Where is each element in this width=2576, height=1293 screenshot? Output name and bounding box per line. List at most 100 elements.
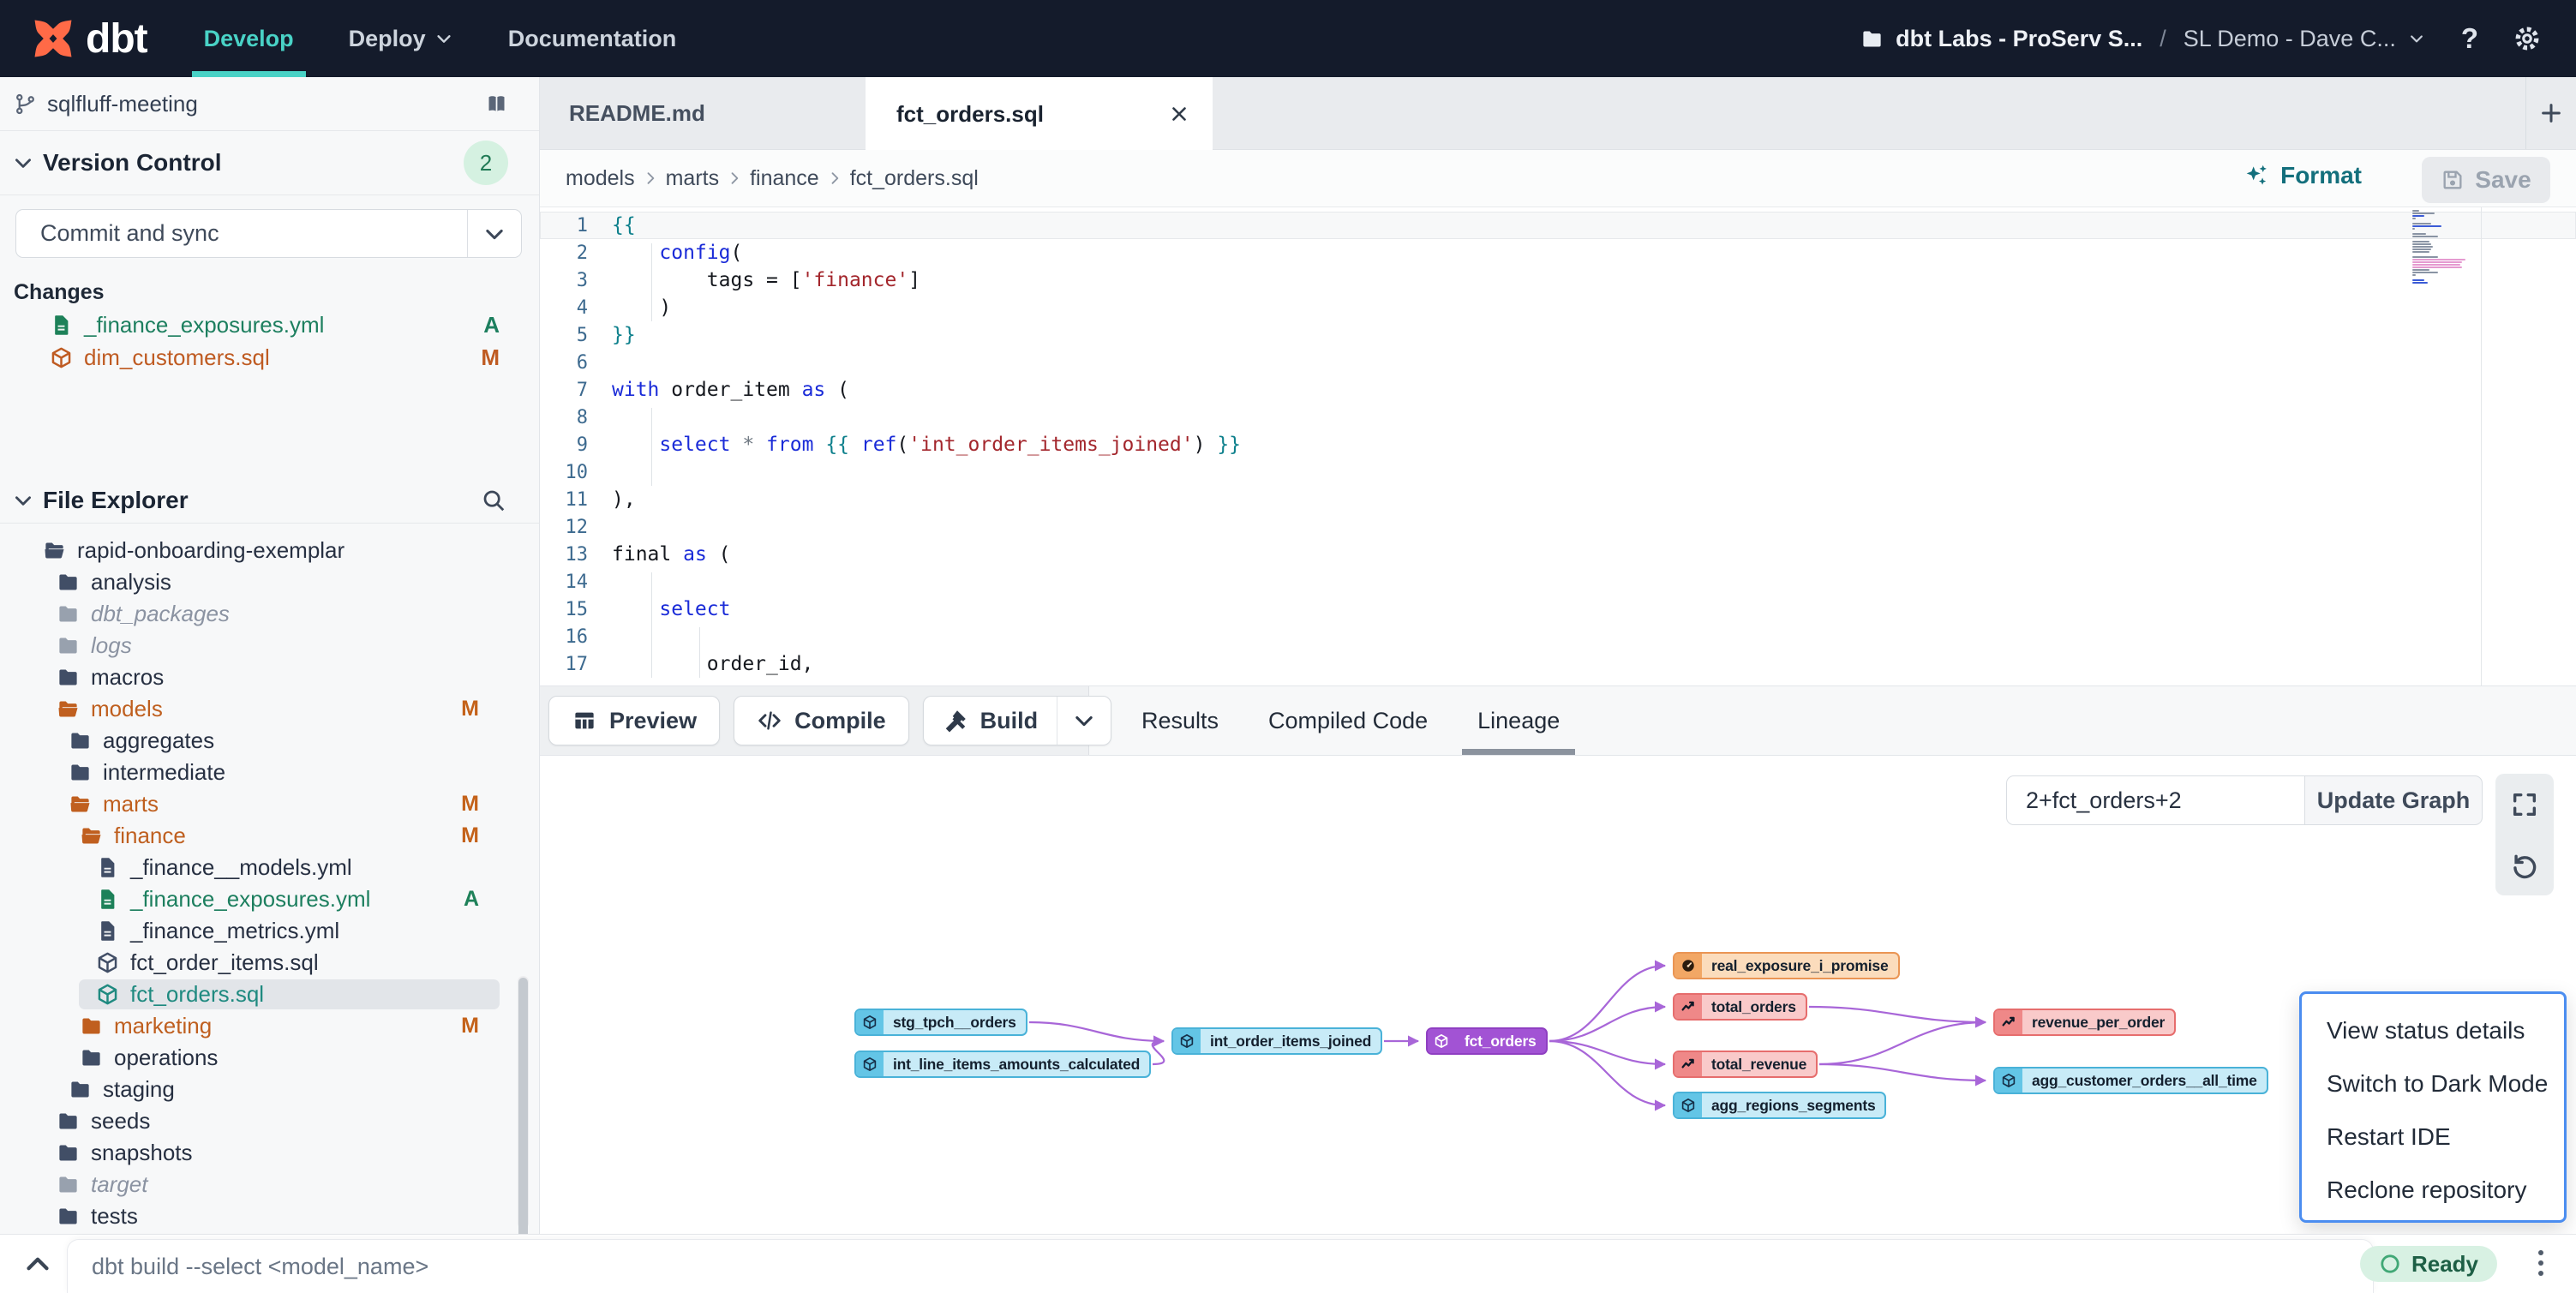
code-line[interactable]: 11), — [540, 486, 2576, 513]
tree-item-aggregates[interactable]: aggregates — [0, 725, 539, 757]
tree-item-tests[interactable]: tests — [0, 1200, 539, 1232]
code-editor[interactable]: 1{{2 config(3 tags = ['finance']4 )5}}67… — [540, 207, 2576, 685]
format-button[interactable]: Format — [2243, 162, 2362, 189]
minimap[interactable] — [2412, 210, 2481, 284]
fullscreen-icon[interactable] — [2510, 790, 2539, 819]
dbt-logo[interactable]: dbt — [29, 15, 147, 63]
tree-item-fct-orders-sql[interactable]: fct_orders.sql — [0, 979, 539, 1010]
code-line[interactable]: 1{{ — [540, 212, 2576, 239]
lineage-node-fct_orders[interactable]: fct_orders — [1426, 1027, 1548, 1055]
code-line[interactable]: 16 — [540, 623, 2576, 650]
tab-readme[interactable]: README.md — [540, 77, 866, 149]
update-graph-button[interactable]: Update Graph — [2304, 775, 2483, 825]
code-line[interactable]: 10 — [540, 458, 2576, 486]
commit-options-button[interactable] — [467, 210, 521, 257]
kebab-menu[interactable] — [2535, 1250, 2547, 1276]
lineage-node-total_revenue[interactable]: total_revenue — [1673, 1051, 1818, 1078]
tree-item-logs[interactable]: logs — [0, 630, 539, 661]
menu-item-restart-ide[interactable]: Restart IDE — [2302, 1110, 2564, 1164]
code-line[interactable]: 17 order_id, — [540, 650, 2576, 678]
tree-item-analysis[interactable]: analysis — [0, 566, 539, 598]
reset-view-icon[interactable] — [2510, 851, 2539, 880]
breadcrumb-file[interactable]: fct_orders.sql — [850, 166, 979, 191]
lineage-selector-input[interactable] — [2006, 775, 2304, 825]
code-line[interactable]: 14 — [540, 568, 2576, 596]
chevron-down-icon — [434, 29, 453, 48]
tree-item-dbt-packages[interactable]: dbt_packages — [0, 598, 539, 630]
code-line[interactable]: 12 — [540, 513, 2576, 541]
docs-book-icon[interactable] — [485, 93, 508, 116]
lineage-node-real_exposure_i_promise[interactable]: real_exposure_i_promise — [1673, 952, 1900, 979]
code-line[interactable]: 3 tags = ['finance'] — [540, 266, 2576, 294]
tree-item--finance-metrics-yml[interactable]: _finance_metrics.yml — [0, 915, 539, 947]
nav-item-documentation[interactable]: Documentation — [508, 0, 677, 77]
lineage-panel[interactable]: stg_tpch__orders int_line_items_amounts_c… — [540, 756, 2576, 1234]
tree-item-target[interactable]: target — [0, 1169, 539, 1200]
gear-icon[interactable] — [2513, 24, 2542, 53]
tree-item-marts[interactable]: martsM — [0, 788, 539, 820]
code-lines: 1{{2 config(3 tags = ['finance']4 )5}}67… — [540, 212, 2576, 678]
breadcrumb-finance[interactable]: finance — [750, 166, 819, 191]
tab-lineage[interactable]: Lineage — [1477, 686, 1560, 755]
tab-compiled-code[interactable]: Compiled Code — [1268, 686, 1428, 755]
tree-item-fct-order-items-sql[interactable]: fct_order_items.sql — [0, 947, 539, 979]
code-line[interactable]: 13final as ( — [540, 541, 2576, 568]
tree-item-rapid-onboarding-exemplar[interactable]: rapid-onboarding-exemplar — [0, 535, 539, 566]
menu-item-switch-to-dark-mode[interactable]: Switch to Dark Mode — [2302, 1057, 2564, 1110]
change-item[interactable]: _finance_exposures.ymlA — [0, 308, 539, 341]
menu-item-reclone-repository[interactable]: Reclone repository — [2302, 1164, 2564, 1217]
close-icon[interactable] — [1168, 103, 1190, 125]
code-line[interactable]: 15 select — [540, 596, 2576, 623]
branch-row[interactable]: sqlfluff-meeting — [0, 77, 539, 131]
lineage-node-agg_regions_segments[interactable]: agg_regions_segments — [1673, 1092, 1886, 1119]
tree-item-models[interactable]: modelsM — [0, 693, 539, 725]
code-line[interactable]: 8 — [540, 404, 2576, 431]
change-item[interactable]: dim_customers.sqlM — [0, 341, 539, 374]
command-input[interactable] — [68, 1240, 2373, 1293]
tree-item-finance[interactable]: financeM — [0, 820, 539, 852]
commit-and-sync-button[interactable]: Commit and sync — [15, 209, 522, 258]
nav-item-develop[interactable]: Develop — [204, 0, 294, 77]
nav-item-deploy[interactable]: Deploy — [349, 0, 453, 77]
tree-item--finance-models-yml[interactable]: _finance__models.yml — [0, 852, 539, 883]
lineage-node-stg_tpch__orders[interactable]: stg_tpch__orders — [854, 1009, 1027, 1036]
tree-item-snapshots[interactable]: snapshots — [0, 1137, 539, 1169]
code-line[interactable]: 5}} — [540, 321, 2576, 349]
code-line[interactable]: 2 config( — [540, 239, 2576, 266]
menu-item-view-status-details[interactable]: View status details — [2302, 1004, 2564, 1057]
lineage-node-agg_customer_orders__all_time[interactable]: agg_customer_orders__all_time — [1993, 1067, 2268, 1094]
tree-item-macros[interactable]: macros — [0, 661, 539, 693]
tab-fct-orders[interactable]: fct_orders.sql — [866, 77, 1213, 151]
project-name[interactable]: SL Demo - Dave C... — [2184, 26, 2396, 52]
code-line[interactable]: 6 — [540, 349, 2576, 376]
new-tab-button[interactable] — [2525, 77, 2576, 149]
tree-item-staging[interactable]: staging — [0, 1074, 539, 1105]
code-line[interactable]: 7with order_item as ( — [540, 376, 2576, 404]
version-control-header[interactable]: Version Control 2 — [0, 131, 539, 195]
account-name[interactable]: dbt Labs - ProServ S... — [1896, 26, 2142, 52]
code-line[interactable]: 4 ) — [540, 294, 2576, 321]
tab-results[interactable]: Results — [1141, 686, 1219, 755]
tree-item-intermediate[interactable]: intermediate — [0, 757, 539, 788]
expand-panel-icon[interactable] — [22, 1248, 53, 1279]
tree-item-seeds[interactable]: seeds — [0, 1105, 539, 1137]
lineage-node-int_order_items_joined[interactable]: int_order_items_joined — [1171, 1027, 1382, 1055]
help-button[interactable]: ? — [2461, 22, 2478, 55]
lineage-node-int_line_items_amounts_calculated[interactable]: int_line_items_amounts_calculated — [854, 1051, 1151, 1078]
search-icon[interactable] — [481, 488, 506, 513]
code-line[interactable]: 9 select * from {{ ref('int_order_items_… — [540, 431, 2576, 458]
file-explorer-header[interactable]: File Explorer — [0, 478, 539, 524]
breadcrumb-marts[interactable]: marts — [666, 166, 720, 191]
tree-item-operations[interactable]: operations — [0, 1042, 539, 1074]
chevron-down-icon[interactable] — [2408, 30, 2425, 47]
lineage-node-revenue_per_order[interactable]: revenue_per_order — [1993, 1009, 2176, 1036]
compile-button[interactable]: Compile — [734, 696, 909, 745]
tree-item-marketing[interactable]: marketingM — [0, 1010, 539, 1042]
preview-button[interactable]: Preview — [548, 696, 720, 745]
build-options-button[interactable] — [1057, 697, 1111, 745]
tree-item--finance-exposures-yml[interactable]: _finance_exposures.ymlA — [0, 883, 539, 915]
lineage-node-total_orders[interactable]: total_orders — [1673, 993, 1807, 1021]
save-button[interactable]: Save — [2422, 157, 2550, 203]
breadcrumb-models[interactable]: models — [566, 166, 635, 191]
build-button[interactable]: Build — [924, 697, 1057, 745]
